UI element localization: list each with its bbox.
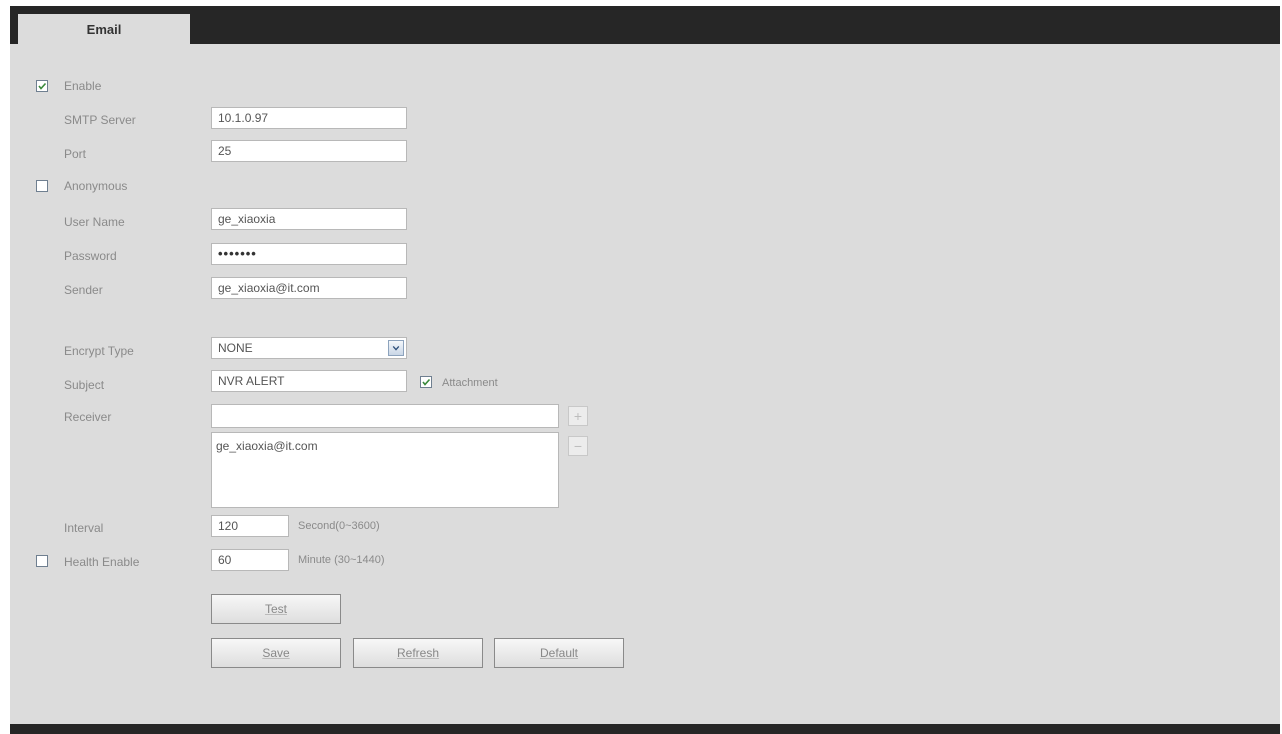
receiver-list[interactable]: ge_xiaoxia@it.com — [211, 432, 559, 508]
receiver-list-item[interactable]: ge_xiaoxia@it.com — [212, 433, 558, 459]
health-enable-checkbox[interactable] — [36, 555, 48, 567]
encrypt-type-label: Encrypt Type — [64, 344, 134, 358]
checkmark-icon — [422, 378, 431, 386]
enable-label: Enable — [64, 79, 102, 93]
health-interval-input[interactable]: 60 — [211, 549, 289, 571]
anonymous-label: Anonymous — [64, 179, 128, 193]
test-button-label: Test — [264, 602, 287, 616]
checkmark-icon — [38, 82, 47, 90]
bottom-bar — [10, 724, 1280, 734]
user-name-input[interactable]: ge_xiaoxia — [211, 208, 407, 230]
password-input[interactable]: ••••••• — [211, 243, 407, 265]
refresh-button-label: Refresh — [396, 646, 440, 660]
user-name-label: User Name — [64, 215, 125, 229]
enable-checkbox[interactable] — [36, 80, 48, 92]
sender-input[interactable]: ge_xiaoxia@it.com — [211, 277, 407, 299]
save-button[interactable]: Save — [211, 638, 341, 668]
interval-unit: Second(0~3600) — [298, 520, 380, 532]
tab-email[interactable]: Email — [18, 14, 190, 44]
default-button[interactable]: Default — [494, 638, 624, 668]
smtp-server-label: SMTP Server — [64, 113, 136, 127]
subject-input[interactable]: NVR ALERT — [211, 370, 407, 392]
port-label: Port — [64, 147, 87, 161]
refresh-button[interactable]: Refresh — [353, 638, 483, 668]
health-interval-unit: Minute (30~1440) — [298, 554, 385, 566]
encrypt-type-value: NONE — [218, 341, 253, 355]
subject-label: Subject — [64, 378, 105, 392]
test-button[interactable]: Test — [211, 594, 341, 624]
port-input[interactable]: 25 — [211, 140, 407, 162]
remove-receiver-button[interactable]: − — [568, 436, 588, 456]
chevron-down-icon[interactable] — [388, 340, 404, 356]
attachment-label: Attachment — [442, 377, 498, 389]
attachment-checkbox[interactable] — [420, 376, 432, 388]
interval-input[interactable]: 120 — [211, 515, 289, 537]
default-button-label: Default — [539, 646, 579, 660]
password-label: Password — [64, 249, 117, 263]
plus-icon: + — [573, 408, 583, 424]
interval-label: Interval — [64, 521, 104, 535]
minus-icon: − — [573, 438, 583, 454]
top-bar: Email — [10, 6, 1280, 44]
encrypt-type-select[interactable]: NONE — [211, 337, 407, 359]
save-button-label: Save — [262, 646, 290, 660]
smtp-server-input[interactable]: 10.1.0.97 — [211, 107, 407, 129]
health-enable-label: Health Enable — [64, 555, 140, 569]
add-receiver-button[interactable]: + — [568, 406, 588, 426]
anonymous-checkbox[interactable] — [36, 180, 48, 192]
sender-label: Sender — [64, 283, 103, 297]
receiver-input[interactable] — [211, 404, 559, 428]
email-settings-window: Email Enable SMTP Server 10.1.0.97 Port … — [10, 6, 1280, 734]
receiver-label: Receiver — [64, 410, 112, 424]
